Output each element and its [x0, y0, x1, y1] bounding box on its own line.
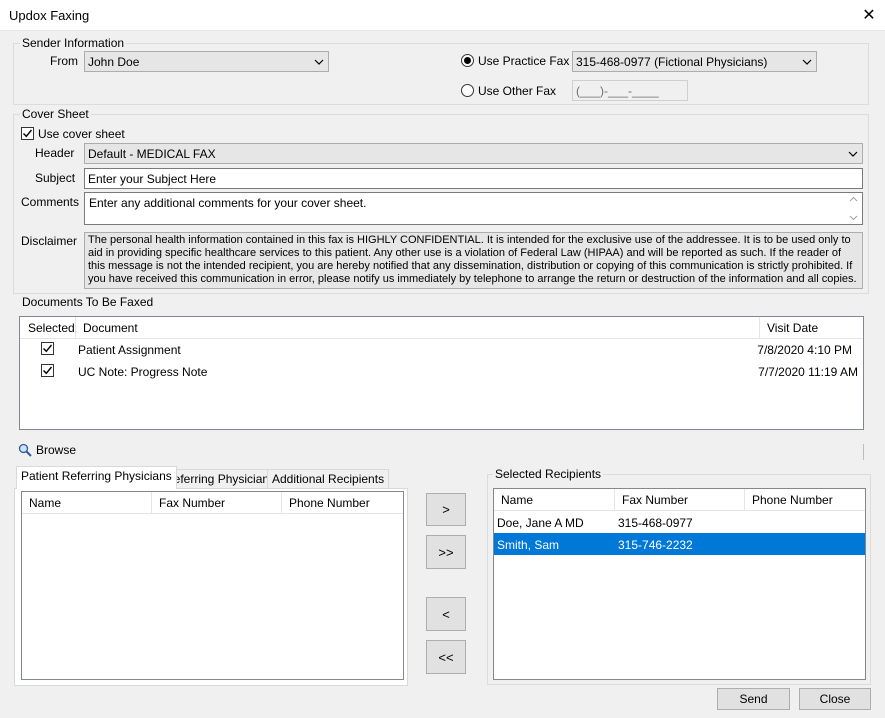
use-other-fax-radio[interactable]: [461, 84, 474, 97]
physicians-list-header: Name Fax Number Phone Number: [22, 492, 403, 514]
recipient-fax: 315-468-0977: [618, 516, 693, 530]
disclaimer-text: The personal health information containe…: [84, 232, 863, 289]
recipient-name: Smith, Sam: [497, 538, 560, 552]
document-name: UC Note: Progress Note: [78, 365, 208, 379]
column-header-fax-number[interactable]: Fax Number: [152, 492, 282, 514]
practice-fax-dropdown[interactable]: 315-468-0977 (Fictional Physicians): [572, 51, 817, 72]
table-row[interactable]: Smith, Sam 315-746-2232: [494, 533, 865, 555]
scroll-arrows-icon: [849, 196, 858, 221]
header-value: Default - MEDICAL FAX: [88, 146, 216, 161]
chevron-down-icon: [310, 59, 328, 65]
checkmark-icon: [43, 366, 53, 375]
use-cover-sheet-label[interactable]: Use cover sheet: [38, 127, 125, 141]
remove-recipient-button[interactable]: <: [426, 597, 466, 631]
table-row[interactable]: UC Note: Progress Note 7/7/2020 11:19 AM: [20, 361, 863, 383]
subject-label: Subject: [35, 171, 76, 185]
close-button[interactable]: Close: [799, 688, 871, 710]
column-header-selected[interactable]: Selected: [20, 317, 76, 339]
checkmark-icon: [43, 344, 53, 353]
other-fax-mask: (___)-___-____: [576, 83, 659, 98]
comments-label: Comments: [21, 195, 80, 209]
recipients-list-header: Name Fax Number Phone Number: [494, 489, 865, 511]
add-recipient-button[interactable]: >: [426, 493, 466, 526]
window-title: Updox Faxing: [9, 8, 90, 23]
browse-button[interactable]: Browse: [18, 441, 76, 459]
search-icon: [18, 443, 32, 457]
header-label: Header: [35, 146, 75, 160]
use-practice-fax-label[interactable]: Use Practice Fax: [478, 54, 569, 68]
from-value: John Doe: [88, 54, 140, 69]
column-header-name[interactable]: Name: [494, 489, 615, 511]
column-header-name[interactable]: Name: [22, 492, 152, 514]
documents-list-header: Selected Document Visit Date: [20, 317, 863, 339]
comments-textarea[interactable]: Enter any additional comments for your c…: [84, 192, 863, 225]
visit-date: 7/8/2020 4:10 PM: [757, 343, 852, 357]
documents-list[interactable]: Selected Document Visit Date Patient Ass…: [19, 316, 864, 430]
send-button[interactable]: Send: [717, 688, 790, 710]
column-header-phone-number[interactable]: Phone Number: [282, 492, 404, 514]
header-dropdown[interactable]: Default - MEDICAL FAX: [84, 143, 863, 164]
cover-sheet-label: Cover Sheet: [20, 107, 91, 121]
browse-label: Browse: [36, 443, 77, 457]
subject-value: Enter your Subject Here: [88, 171, 217, 186]
table-row[interactable]: Patient Assignment 7/8/2020 4:10 PM: [20, 339, 863, 361]
recipient-name: Doe, Jane A MD: [497, 516, 584, 530]
physicians-list[interactable]: Name Fax Number Phone Number: [21, 491, 404, 680]
recipient-fax: 315-746-2232: [618, 538, 693, 552]
practice-fax-value: 315-468-0977 (Fictional Physicians): [576, 54, 768, 69]
column-header-fax-number[interactable]: Fax Number: [615, 489, 745, 511]
checkmark-icon: [23, 129, 33, 138]
use-cover-sheet-checkbox[interactable]: [21, 127, 34, 140]
remove-all-recipients-button[interactable]: <<: [426, 640, 466, 674]
sender-information-label: Sender Information: [20, 36, 127, 50]
title-bar: [0, 0, 885, 31]
scrollbar[interactable]: [845, 193, 862, 224]
use-other-fax-label[interactable]: Use Other Fax: [478, 84, 556, 98]
tab-additional-recipients[interactable]: Additional Recipients: [267, 469, 390, 489]
row-checkbox[interactable]: [41, 342, 54, 355]
add-all-recipients-button[interactable]: >>: [426, 535, 466, 569]
selected-recipients-label: Selected Recipients: [493, 467, 604, 481]
visit-date: 7/7/2020 11:19 AM: [758, 365, 858, 379]
comments-value: Enter any additional comments for your c…: [89, 196, 367, 210]
column-header-phone-number[interactable]: Phone Number: [745, 489, 865, 511]
recipients-list[interactable]: Name Fax Number Phone Number Doe, Jane A…: [493, 488, 866, 680]
document-name: Patient Assignment: [78, 343, 181, 357]
close-icon[interactable]: ✕: [858, 4, 880, 26]
column-header-document[interactable]: Document: [76, 317, 760, 339]
other-fax-input[interactable]: (___)-___-____: [572, 80, 688, 101]
tab-referring-physicians[interactable]: Referring Physicians: [160, 469, 281, 489]
table-row[interactable]: Doe, Jane A MD 315-468-0977: [494, 511, 865, 533]
disclaimer-label: Disclaimer: [21, 234, 78, 248]
from-dropdown[interactable]: John Doe: [84, 51, 329, 72]
row-checkbox[interactable]: [41, 364, 54, 377]
chevron-down-icon: [844, 151, 862, 157]
tab-patient-referring-physicians[interactable]: Patient Referring Physicians: [16, 466, 177, 489]
chevron-down-icon: [798, 59, 816, 65]
documents-group-label: Documents To Be Faxed: [20, 295, 156, 309]
from-label: From: [50, 54, 78, 68]
subject-input[interactable]: Enter your Subject Here: [84, 168, 863, 189]
divider: [863, 444, 864, 460]
column-header-visit-date[interactable]: Visit Date: [760, 317, 864, 339]
use-practice-fax-radio[interactable]: [461, 54, 474, 67]
